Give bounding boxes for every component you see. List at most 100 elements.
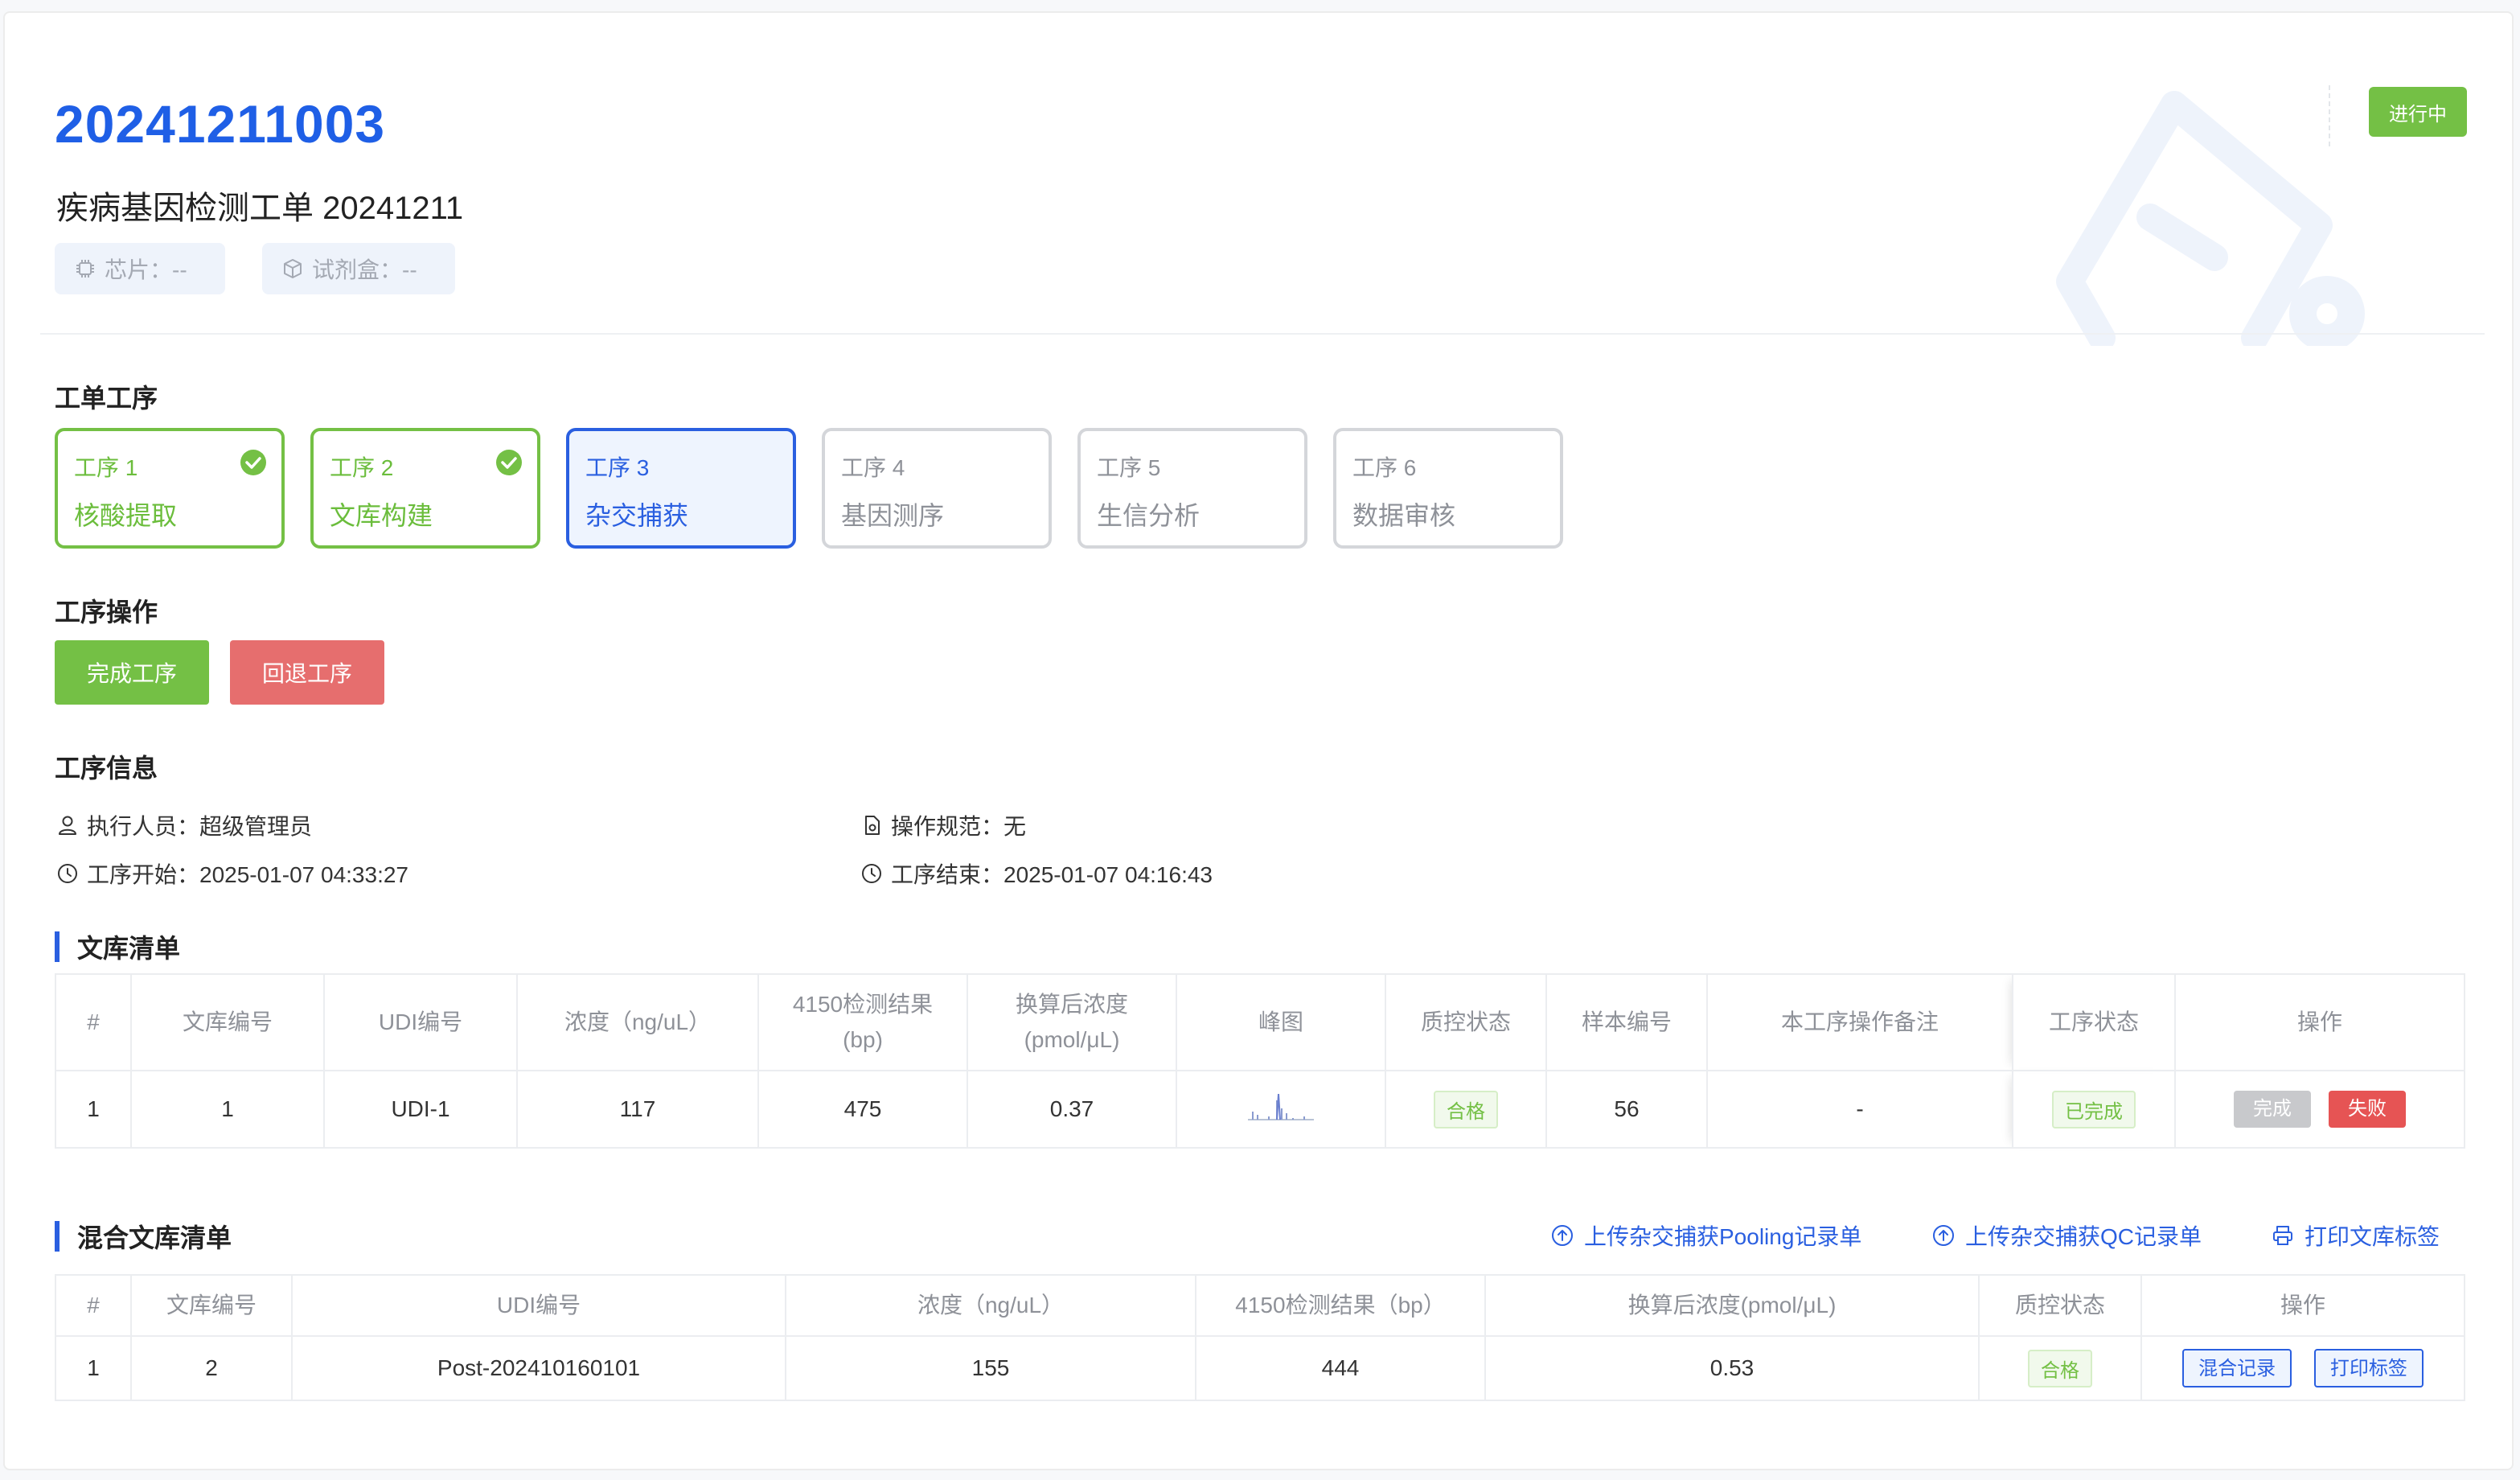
kit-label: 试剂盒：--	[312, 257, 417, 282]
col-remark: 本工序操作备注	[1706, 973, 2013, 1071]
mark-failed-button[interactable]: 失败	[2329, 1091, 2406, 1128]
header-divider	[40, 333, 2485, 335]
step-name: 数据审核	[1352, 501, 1456, 530]
col-conv-conc: 换算后浓度 (pmol/μL)	[967, 973, 1177, 1071]
end-text: 工序结束：2025-01-07 04:16:43	[891, 862, 1213, 887]
upload-qc-link[interactable]: 上传杂交捕获QC记录单	[1931, 1219, 2202, 1252]
spec-text: 操作规范：无	[891, 814, 1027, 839]
cell-actions: 完成 失败	[2174, 1070, 2465, 1149]
upload-circle-icon	[1933, 1225, 1954, 1246]
print-labels-link[interactable]: 打印文库标签	[2271, 1219, 2440, 1252]
ops-section-title: 工序操作	[55, 598, 158, 627]
print-label-button[interactable]: 打印标签	[2313, 1349, 2424, 1388]
info-section-title: 工序信息	[55, 754, 158, 783]
step-number: 工序 3	[585, 455, 650, 480]
order-number: 20241211003	[55, 94, 386, 154]
cell-lib-no: 2	[130, 1335, 293, 1401]
qc-pass-tag: 合格	[2028, 1349, 2092, 1388]
cell-conv-conc: 0.53	[1484, 1335, 1980, 1401]
cell-remark: -	[1706, 1070, 2013, 1149]
mixed-list-title-text: 混合文库清单	[77, 1223, 232, 1252]
status-badge: 进行中	[2369, 87, 2467, 137]
table-row: 1 2 Post-202410160101 155 444 0.53 合格 混合…	[55, 1335, 2465, 1401]
complete-step-button[interactable]: 完成工序	[55, 640, 209, 705]
start-info: 工序开始：2025-01-07 04:33:27	[56, 857, 408, 890]
cell-conv-conc: 0.37	[967, 1070, 1177, 1149]
step-name: 生信分析	[1097, 501, 1200, 530]
upload-circle-icon	[1552, 1225, 1573, 1246]
clock-icon	[58, 864, 77, 883]
col-udi: UDI编号	[291, 1274, 786, 1337]
table-header-row: # 文库编号 UDI编号 浓度（ng/uL） 4150检测结果 (bp) 换算后…	[55, 973, 2465, 1071]
table-header-row: # 文库编号 UDI编号 浓度（ng/uL） 4150检测结果（bp） 换算后浓…	[55, 1274, 2465, 1337]
order-name: 疾病基因检测工单 20241211	[56, 191, 464, 226]
cell-udi: UDI-1	[323, 1070, 518, 1149]
title-accent-bar	[55, 931, 60, 962]
step-number: 工序 5	[1097, 455, 1161, 480]
cell-udi: Post-202410160101	[291, 1335, 786, 1401]
document-gear-icon	[865, 816, 880, 835]
box-icon	[284, 259, 302, 278]
step-card-5[interactable]: 工序 5 生信分析	[1077, 428, 1307, 549]
steps-section-title: 工单工序	[55, 384, 158, 413]
end-info: 工序结束：2025-01-07 04:16:43	[860, 857, 1213, 890]
col-4150: 4150检测结果（bp）	[1195, 1274, 1486, 1337]
kit-tag: 试剂盒：--	[262, 243, 455, 294]
library-list-title: 文库清单	[55, 928, 180, 965]
col-conc: 浓度（ng/uL）	[516, 973, 759, 1071]
executor-text: 执行人员：超级管理员	[87, 814, 313, 839]
user-icon	[59, 816, 76, 835]
col-index: #	[55, 973, 132, 1071]
step-card-4[interactable]: 工序 4 基因测序	[822, 428, 1052, 549]
check-circle-icon	[496, 450, 522, 475]
col-4150: 4150检测结果 (bp)	[757, 973, 968, 1071]
col-actions: 操作	[2140, 1274, 2465, 1337]
col-conv-conc: 换算后浓度(pmol/μL)	[1484, 1274, 1980, 1337]
cell-sample-no: 56	[1545, 1070, 1708, 1149]
step-number: 工序 1	[74, 455, 138, 480]
step-number: 工序 2	[330, 455, 394, 480]
step-name: 基因测序	[841, 501, 945, 530]
upload-pooling-label: 上传杂交捕获Pooling记录单	[1584, 1224, 1862, 1249]
rollback-step-button[interactable]: 回退工序	[230, 640, 384, 705]
cell-actions: 混合记录 打印标签	[2140, 1335, 2465, 1401]
col-conc: 浓度（ng/uL）	[785, 1274, 1196, 1337]
check-circle-icon	[240, 450, 266, 475]
step-name: 文库构建	[330, 501, 433, 530]
library-table: # 文库编号 UDI编号 浓度（ng/uL） 4150检测结果 (bp) 换算后…	[55, 973, 2465, 1149]
step-card-3[interactable]: 工序 3 杂交捕获	[566, 428, 796, 549]
cell-4150: 475	[757, 1070, 968, 1149]
step-card-1[interactable]: 工序 1 核酸提取	[55, 428, 285, 549]
mark-done-button[interactable]: 完成	[2234, 1091, 2311, 1128]
col-lib-no: 文库编号	[130, 1274, 293, 1337]
start-text: 工序开始：2025-01-07 04:33:27	[87, 862, 408, 887]
col-step-status: 工序状态	[2012, 973, 2176, 1071]
peak-chart-thumbnail[interactable]	[1245, 1089, 1317, 1124]
executor-info: 执行人员：超级管理员	[56, 809, 312, 841]
qc-pass-tag: 合格	[1434, 1090, 1498, 1128]
title-accent-bar	[55, 1221, 60, 1252]
work-order-card: 20241211003 疾病基因检测工单 20241211 芯片：-- 试剂盒：…	[3, 11, 2514, 1470]
cell-step-status: 已完成	[2012, 1070, 2176, 1149]
cell-conc: 155	[785, 1335, 1196, 1401]
step-completed-tag: 已完成	[2052, 1090, 2136, 1128]
clock-icon	[862, 864, 881, 883]
col-qc: 质控状态	[1978, 1274, 2142, 1337]
col-qc: 质控状态	[1385, 973, 1547, 1071]
print-labels-label: 打印文库标签	[2305, 1224, 2440, 1249]
step-name: 杂交捕获	[585, 501, 689, 530]
col-peak: 峰图	[1176, 973, 1386, 1071]
chip-label: 芯片：--	[105, 257, 187, 282]
step-number: 工序 6	[1352, 455, 1417, 480]
cell-peak	[1176, 1070, 1386, 1149]
col-actions: 操作	[2174, 973, 2465, 1071]
step-card-6[interactable]: 工序 6 数据审核	[1333, 428, 1563, 549]
col-udi: UDI编号	[323, 973, 518, 1071]
col-index: #	[55, 1274, 132, 1337]
upload-pooling-link[interactable]: 上传杂交捕获Pooling记录单	[1550, 1219, 1861, 1252]
col-sample-no: 样本编号	[1545, 973, 1708, 1071]
upload-qc-label: 上传杂交捕获QC记录单	[1965, 1224, 2202, 1249]
step-number: 工序 4	[841, 455, 905, 480]
step-card-2[interactable]: 工序 2 文库构建	[310, 428, 540, 549]
mix-record-button[interactable]: 混合记录	[2182, 1349, 2292, 1388]
